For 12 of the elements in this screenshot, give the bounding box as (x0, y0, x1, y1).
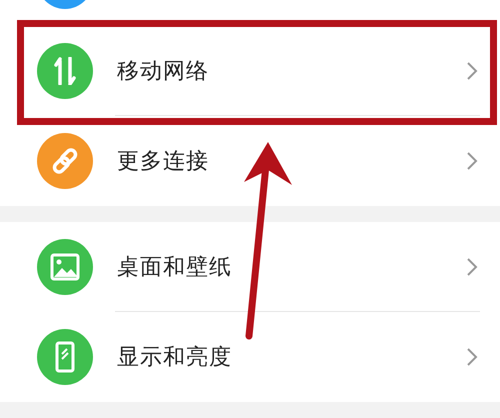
phone-icon (55, 341, 75, 373)
chevron-right-icon (466, 61, 478, 81)
chevron-right-icon (466, 257, 478, 277)
transfer-arrows-icon (54, 57, 76, 85)
chevron-right-icon (466, 347, 478, 367)
settings-label[interactable]: 移动网络 (117, 56, 466, 86)
settings-label[interactable]: 更多连接 (117, 146, 466, 176)
link-icon (50, 146, 80, 176)
chevron-right-icon (466, 151, 478, 171)
settings-label[interactable]: 桌面和壁纸 (117, 252, 466, 282)
settings-label[interactable]: 显示和亮度 (117, 342, 466, 372)
image-icon (50, 253, 80, 281)
